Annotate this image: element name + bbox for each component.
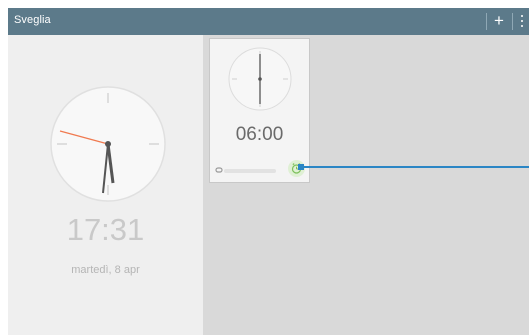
current-time: 17:31: [66, 212, 145, 247]
repeat-icon: [215, 167, 223, 173]
analog-clock-icon: [50, 86, 166, 202]
app-title: Sveglia: [14, 14, 51, 26]
current-time-panel: 17:31 martedì, 8 apr: [8, 35, 203, 335]
alarm-item[interactable]: 06:00: [209, 38, 310, 183]
callout-line: [303, 166, 529, 168]
action-divider: [512, 13, 513, 30]
app-window: Sveglia + 17:31 martedì, 8 apr 06:00: [8, 8, 529, 335]
alarm-clock-face-icon: [228, 47, 292, 111]
alarm-time: 06:00: [235, 124, 284, 145]
action-bar: Sveglia +: [8, 8, 529, 35]
action-divider: [486, 13, 487, 30]
add-alarm-button[interactable]: +: [491, 11, 507, 31]
current-date: martedì, 8 apr: [71, 264, 140, 276]
overflow-menu-icon[interactable]: [518, 14, 526, 30]
alarm-list: 06:00: [203, 35, 529, 335]
alarm-repeat-days: [224, 169, 276, 173]
